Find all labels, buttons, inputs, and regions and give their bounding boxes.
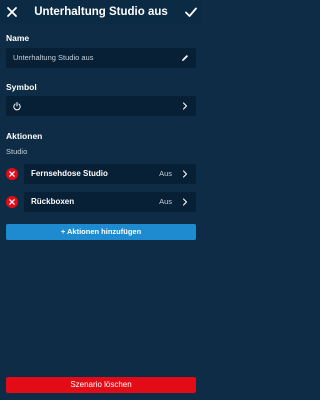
pencil-icon[interactable] (180, 53, 190, 63)
chevron-right-icon (182, 102, 188, 110)
page-title: Unterhaltung Studio aus (34, 6, 168, 18)
action-item-state: Aus (159, 169, 172, 178)
action-item-name: Rückboxen (31, 197, 75, 206)
action-item-rueckboxen: Rückboxen Aus (6, 192, 196, 212)
chevron-right-icon (182, 170, 188, 178)
actions-label: Aktionen (6, 131, 43, 141)
name-label: Name (6, 33, 30, 43)
action-item-fernsehdose: Fernsehdose Studio Aus (6, 164, 196, 184)
actions-group-label: Studio (6, 147, 28, 156)
app-header: Unterhaltung Studio aus (0, 0, 202, 24)
chevron-right-icon (182, 198, 188, 206)
symbol-selector[interactable] (6, 96, 196, 116)
action-item-box[interactable]: Rückboxen Aus (24, 192, 196, 212)
symbol-label: Symbol (6, 82, 37, 92)
action-item-name: Fernsehdose Studio (31, 169, 108, 178)
check-icon[interactable] (183, 4, 199, 20)
delete-scenario-button[interactable]: Szenario löschen (6, 377, 196, 393)
name-field-value[interactable]: Unterhaltung Studio aus (13, 53, 93, 63)
name-field[interactable]: Unterhaltung Studio aus (6, 48, 196, 68)
action-item-box[interactable]: Fernsehdose Studio Aus (24, 164, 196, 184)
remove-icon[interactable] (6, 168, 18, 180)
close-icon[interactable] (4, 4, 20, 20)
add-actions-button[interactable]: + Aktionen hinzufügen (6, 224, 196, 240)
action-item-state: Aus (159, 197, 172, 206)
remove-icon[interactable] (6, 196, 18, 208)
power-icon (13, 102, 21, 111)
